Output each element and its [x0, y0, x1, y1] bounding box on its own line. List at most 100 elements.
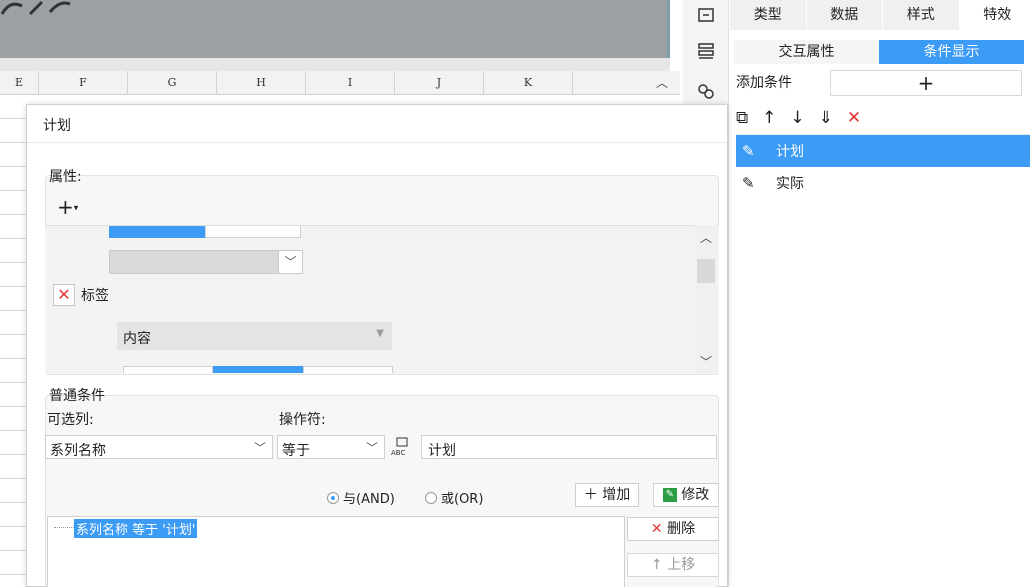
modify-button[interactable]: ✎ 修改: [653, 483, 719, 507]
tab-type[interactable]: 类型: [730, 0, 807, 30]
condition-expression-list[interactable]: 系列名称 等于 '计划': [47, 516, 625, 587]
column-header-H[interactable]: H: [217, 71, 306, 94]
or-radio-label: 或(OR): [441, 492, 484, 507]
content-select[interactable]: 内容 ▼: [117, 322, 392, 350]
column-header-K[interactable]: K: [484, 71, 573, 94]
chart-canvas: [0, 0, 670, 58]
column-header-F[interactable]: F: [39, 71, 128, 94]
scroll-up-icon[interactable]: ︿: [656, 74, 668, 91]
column-header-G[interactable]: G: [128, 71, 217, 94]
condition-list: ✎ 计划 ✎ 实际: [736, 134, 1030, 587]
normal-condition-label: 普通条件: [49, 388, 105, 404]
tab-effects[interactable]: 特效: [959, 0, 1036, 30]
dialog-title: 计划: [43, 118, 71, 134]
scroll-thumb[interactable]: [697, 259, 715, 283]
arrow-up-icon[interactable]: ↑: [762, 108, 776, 128]
caret-down-icon: ▾: [73, 203, 79, 214]
delete-icon: ✕: [650, 521, 663, 537]
triangle-down-icon: ▼: [376, 328, 384, 339]
condition-value-input[interactable]: 计划: [421, 435, 717, 459]
attribute-combo[interactable]: ﹀: [109, 250, 303, 274]
value-type-icon[interactable]: ABC: [389, 436, 415, 458]
tag-label: 标签: [81, 288, 109, 304]
arrow-down-icon[interactable]: ↓: [790, 108, 804, 128]
attribute-scrollbar[interactable]: ︿ ﹀: [695, 225, 717, 373]
condition-expression[interactable]: 系列名称 等于 '计划': [74, 519, 198, 538]
chevron-down-icon: ﹀: [365, 441, 378, 455]
copy-icon[interactable]: ⧉: [736, 108, 748, 128]
property-panel: 类型 数据 样式 特效 交互属性 条件显示 添加条件 + ⧉ ↑ ↓ ⇓ ✕ ✎…: [730, 0, 1036, 587]
delete-icon[interactable]: ✕: [847, 108, 861, 128]
add-condition-button[interactable]: +: [830, 70, 1022, 96]
attribute-list: ﹀ ✕ 标签 内容 ▼: [45, 225, 719, 373]
and-radio-label: 与(AND): [343, 492, 395, 507]
condition-dialog: 计划 属性: +▾ ﹀ ✕ 标签 内容 ▼ ︿ ﹀ 普通条件 可选列: 操作符:…: [26, 104, 728, 587]
spreadsheet-rows: [0, 95, 26, 587]
tab-data[interactable]: 数据: [807, 0, 883, 30]
move-up-button-label: 上移: [667, 557, 696, 573]
svg-text:ABC: ABC: [391, 449, 405, 457]
condition-value-text: 计划: [428, 443, 456, 459]
horizontal-scrollbar[interactable]: [0, 58, 670, 71]
arrow-up-icon: ↑: [650, 557, 663, 573]
chart-decoration: [0, 0, 71, 16]
tree-line: [54, 527, 74, 528]
delete-button-label: 删除: [667, 521, 696, 537]
add-condition-label: 添加条件: [736, 75, 792, 91]
subtab-conditional-display[interactable]: 条件显示: [879, 40, 1024, 64]
column-select-value: 系列名称: [50, 443, 106, 459]
segment-option[interactable]: [303, 366, 393, 373]
list-item[interactable]: ✎ 实际: [736, 167, 1030, 199]
pencil-icon: ✎: [742, 142, 755, 160]
segment-option[interactable]: [123, 366, 213, 373]
segment-option[interactable]: [213, 366, 303, 373]
operator-select[interactable]: 等于 ﹀: [277, 435, 385, 459]
condition-label: 实际: [776, 176, 804, 192]
list-item[interactable]: ✎ 计划: [736, 135, 1030, 167]
subtab-interaction[interactable]: 交互属性: [734, 40, 879, 64]
pencil-icon: ✎: [742, 174, 755, 192]
chevron-down-icon[interactable]: ﹀: [278, 251, 302, 273]
operator-label: 操作符:: [279, 412, 326, 428]
attributes-label: 属性:: [49, 169, 82, 185]
tab-style[interactable]: 样式: [883, 0, 960, 30]
condition-label: 计划: [776, 144, 804, 160]
modify-button-label: 修改: [681, 487, 710, 503]
position-segmented-control[interactable]: [123, 366, 393, 373]
radio-dot: [425, 491, 437, 504]
column-select[interactable]: 系列名称 ﹀: [45, 435, 273, 459]
layers-icon[interactable]: [695, 40, 717, 62]
radio-dot: [327, 491, 339, 504]
link-icon[interactable]: [695, 80, 717, 102]
widget-icon[interactable]: [695, 4, 717, 26]
plus-icon: +: [57, 195, 74, 219]
column-label: 可选列:: [47, 412, 94, 428]
column-header-I[interactable]: I: [306, 71, 395, 94]
or-radio[interactable]: 或(OR): [425, 488, 483, 507]
effect-subtabs: 交互属性 条件显示: [734, 40, 1024, 64]
column-header-E[interactable]: E: [0, 71, 39, 94]
add-button-label: 增加: [602, 487, 631, 503]
property-tabs: 类型 数据 样式 特效: [730, 0, 1036, 30]
move-up-button[interactable]: ↑ 上移: [627, 553, 719, 577]
remove-attribute-button[interactable]: ✕: [53, 284, 75, 306]
attribute-segmented-control[interactable]: [109, 226, 301, 238]
scroll-up-icon[interactable]: ︿: [700, 229, 712, 246]
add-condition-row-button[interactable]: ＋ 增加: [575, 483, 639, 507]
tag-attribute-row: ✕ 标签: [53, 284, 109, 306]
delete-button[interactable]: ✕ 删除: [627, 517, 719, 541]
chevron-down-icon: ﹀: [253, 441, 266, 455]
add-attribute-button[interactable]: +▾: [57, 196, 91, 220]
scroll-down-icon[interactable]: ﹀: [700, 353, 712, 370]
column-header-J[interactable]: J: [395, 71, 484, 94]
segment-option[interactable]: [109, 226, 205, 238]
move-bottom-icon[interactable]: ⇓: [819, 108, 833, 128]
segment-option[interactable]: [205, 226, 301, 238]
and-radio[interactable]: 与(AND): [327, 488, 395, 507]
operator-select-value: 等于: [282, 443, 310, 459]
dialog-title-bar: [27, 105, 727, 143]
modify-icon: ✎: [662, 488, 677, 502]
condition-toolbar: ⧉ ↑ ↓ ⇓ ✕: [736, 105, 861, 131]
column-header-row: E F G H I J K ︿: [0, 71, 680, 95]
plus-icon: ＋: [583, 487, 598, 503]
